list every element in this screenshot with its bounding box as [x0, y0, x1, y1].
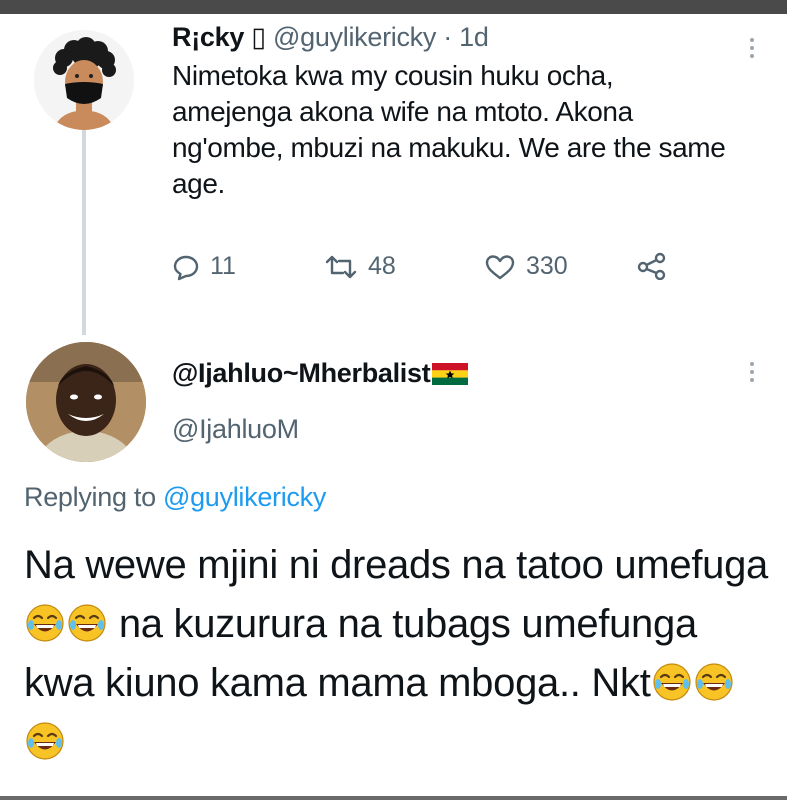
- avatar-photo-icon: [26, 342, 146, 462]
- reply-count: 11: [210, 252, 236, 280]
- laughing-tears-emoji: [68, 604, 106, 642]
- laughing-tears-emoji: [26, 604, 64, 642]
- thread-connector-line: [82, 130, 86, 335]
- vertical-ellipsis-icon[interactable]: [748, 38, 756, 58]
- retweet-arrows-icon: [325, 255, 357, 278]
- like-button[interactable]: 330: [484, 252, 568, 281]
- like-count: 330: [526, 252, 568, 280]
- original-tweet[interactable]: R¡cky ▯ @guylikericky · 1d Nimetoka kwa …: [0, 14, 787, 334]
- name-glyph: ▯: [251, 22, 266, 52]
- heart-icon: [485, 254, 515, 279]
- tweet-timestamp[interactable]: 1d: [459, 22, 489, 52]
- replying-to-line: Replying to @guylikericky: [24, 482, 326, 513]
- avatar-illustration-icon: [34, 30, 134, 130]
- screenshot-top-frame: [0, 0, 787, 14]
- retweet-count: 48: [368, 252, 396, 280]
- tweet-text: Nimetoka kwa my cousin huku ocha, amejen…: [172, 60, 726, 199]
- replying-prefix: Replying to: [24, 482, 156, 512]
- display-name[interactable]: @Ijahluo~Mherbalist: [172, 358, 469, 389]
- reply-tweet[interactable]: @Ijahluo~Mherbalist @IjahluoM Replying t…: [0, 334, 787, 796]
- screenshot-bottom-frame: [0, 796, 787, 800]
- tweet-text-part-1: Na wewe mjini ni dreads na tatoo umefuga: [24, 543, 768, 587]
- vertical-ellipsis-icon[interactable]: [748, 362, 756, 382]
- meta-separator: ·: [443, 22, 452, 52]
- laughing-tears-emoji: [26, 722, 64, 760]
- display-name-text: @Ijahluo~Mherbalist: [172, 358, 431, 388]
- replying-to-link[interactable]: @guylikericky: [163, 482, 326, 512]
- avatar[interactable]: [26, 342, 146, 462]
- user-handle[interactable]: @guylikericky: [273, 22, 436, 52]
- laughing-tears-emoji: [652, 663, 691, 701]
- reply-button[interactable]: 11: [172, 252, 236, 281]
- tweet-text-part-2: na kuzurura na tubags umefunga kwa kiuno…: [24, 602, 697, 705]
- retweet-button[interactable]: 48: [324, 252, 396, 281]
- tweet-text: Na wewe mjini ni dreads na tatoo umefuga…: [24, 536, 774, 772]
- user-handle[interactable]: @IjahluoM: [172, 414, 299, 445]
- share-nodes-icon: [637, 252, 666, 280]
- speech-bubble-icon: [173, 255, 199, 280]
- avatar[interactable]: [34, 30, 134, 130]
- display-name[interactable]: R¡cky: [172, 22, 244, 52]
- laughing-tears-emoji: [694, 663, 733, 701]
- share-button[interactable]: [636, 252, 668, 280]
- ghana-flag-icon: [432, 362, 469, 385]
- tweet-actions: 11 48 330: [172, 252, 692, 286]
- tweet-header: R¡cky ▯ @guylikericky · 1d: [172, 22, 489, 53]
